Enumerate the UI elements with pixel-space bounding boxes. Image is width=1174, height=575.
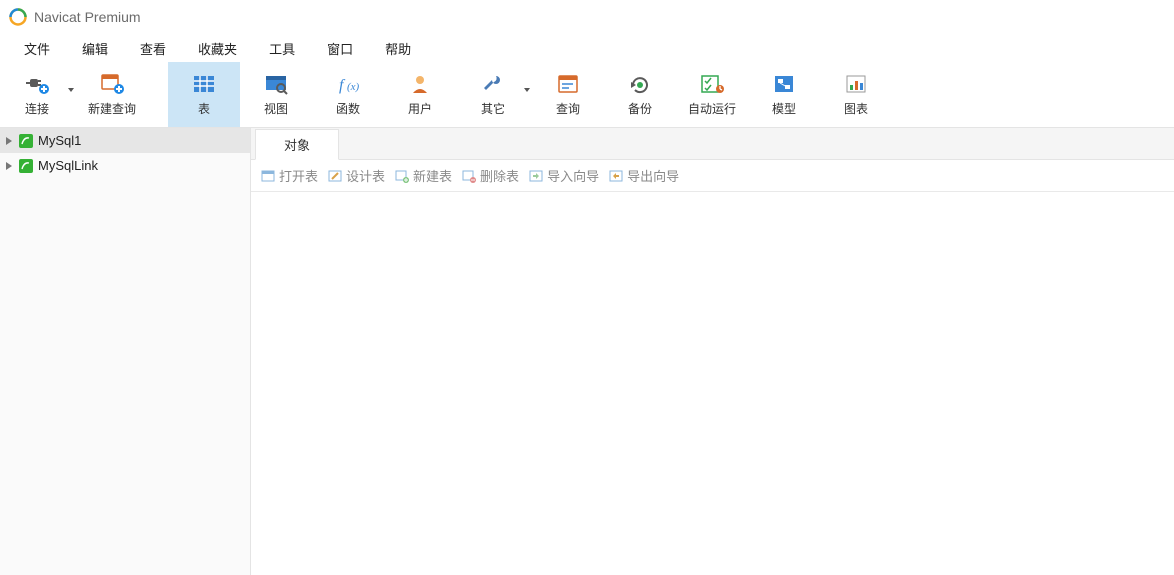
obj-new-table[interactable]: 新建表 — [395, 166, 452, 185]
toolbar-user-label: 用户 — [408, 100, 432, 117]
toolbar-new-query-label: 新建查询 — [88, 100, 136, 117]
model-icon — [770, 72, 798, 96]
table-icon — [190, 72, 218, 96]
toolbar-view[interactable]: 视图 — [240, 62, 312, 127]
obj-import-wizard[interactable]: 导入向导 — [529, 166, 599, 185]
toolbar-backup[interactable]: 备份 — [604, 62, 676, 127]
svg-text:(x): (x) — [347, 81, 360, 93]
toolbar-chart-label: 图表 — [844, 100, 868, 117]
obj-open-table[interactable]: 打开表 — [261, 166, 318, 185]
obj-design-table[interactable]: 设计表 — [328, 166, 385, 185]
toolbar-view-label: 视图 — [264, 100, 288, 117]
backup-icon — [626, 72, 654, 96]
function-icon: f (x) — [334, 72, 362, 96]
toolbar-new-query[interactable]: 新建查询 — [76, 62, 148, 127]
user-icon — [406, 72, 434, 96]
view-icon — [262, 72, 290, 96]
toolbar-query[interactable]: 查询 — [532, 62, 604, 127]
toolbar-other-label: 其它 — [481, 100, 505, 117]
main-area: MySql1 MySqlLink 对象 — [0, 128, 1174, 575]
query-icon — [554, 72, 582, 96]
obj-btn-label: 打开表 — [279, 166, 318, 185]
mysql-connection-icon — [18, 133, 34, 149]
toolbar-query-label: 查询 — [556, 100, 580, 117]
obj-btn-label: 设计表 — [346, 166, 385, 185]
obj-btn-label: 新建表 — [413, 166, 452, 185]
chevron-down-icon — [524, 88, 530, 92]
obj-export-wizard[interactable]: 导出向导 — [609, 166, 679, 185]
menu-file[interactable]: 文件 — [8, 35, 66, 62]
toolbar-function-label: 函数 — [336, 100, 360, 117]
open-table-icon — [261, 169, 275, 183]
design-table-icon — [328, 169, 342, 183]
tab-objects[interactable]: 对象 — [255, 129, 339, 160]
import-icon — [529, 169, 543, 183]
toolbar-backup-label: 备份 — [628, 100, 652, 117]
toolbar-table[interactable]: 表 — [168, 62, 240, 127]
delete-table-icon — [462, 169, 476, 183]
object-toolbar: 打开表 设计表 新建表 删除表 — [251, 160, 1174, 192]
new-table-icon — [395, 169, 409, 183]
object-list-area[interactable] — [251, 192, 1174, 575]
obj-delete-table[interactable]: 删除表 — [462, 166, 519, 185]
toolbar-model-label: 模型 — [772, 100, 796, 117]
autorun-icon — [698, 72, 726, 96]
toolbar-function[interactable]: f (x) 函数 — [312, 62, 384, 127]
toolbar-user[interactable]: 用户 — [384, 62, 456, 127]
plug-icon — [23, 72, 51, 96]
toolbar-model[interactable]: 模型 — [748, 62, 820, 127]
toolbar-autorun[interactable]: 自动运行 — [676, 62, 748, 127]
chevron-down-icon — [68, 88, 74, 92]
tree-connection-mysql1[interactable]: MySql1 — [0, 128, 250, 153]
toolbar-table-label: 表 — [198, 100, 210, 117]
chevron-right-icon — [4, 161, 14, 171]
app-title: Navicat Premium — [34, 9, 141, 25]
toolbar-connection[interactable]: 连接 — [0, 62, 76, 127]
toolbar-connection-label: 连接 — [25, 100, 49, 117]
content-panel: 对象 打开表 设计表 新建表 — [251, 128, 1174, 575]
titlebar: Navicat Premium — [0, 0, 1174, 34]
tree-connection-mysqllink[interactable]: MySqlLink — [0, 153, 250, 178]
menu-view[interactable]: 查看 — [124, 35, 182, 62]
obj-btn-label: 删除表 — [480, 166, 519, 185]
wrench-icon — [479, 72, 507, 96]
menu-favorite[interactable]: 收藏夹 — [182, 35, 253, 62]
toolbar-autorun-label: 自动运行 — [688, 100, 736, 117]
obj-btn-label: 导出向导 — [627, 166, 679, 185]
obj-btn-label: 导入向导 — [547, 166, 599, 185]
svg-text:f: f — [339, 77, 346, 94]
tab-strip: 对象 — [251, 128, 1174, 160]
menubar: 文件 编辑 查看 收藏夹 工具 窗口 帮助 — [0, 34, 1174, 62]
chevron-right-icon — [4, 136, 14, 146]
tree-item-label: MySqlLink — [38, 158, 98, 173]
export-icon — [609, 169, 623, 183]
new-query-icon — [98, 72, 126, 96]
chart-icon — [842, 72, 870, 96]
menu-help[interactable]: 帮助 — [369, 35, 427, 62]
main-toolbar: 连接 新建查询 表 — [0, 62, 1174, 128]
menu-window[interactable]: 窗口 — [311, 35, 369, 62]
toolbar-chart[interactable]: 图表 — [820, 62, 892, 127]
tab-label: 对象 — [284, 135, 310, 154]
connection-tree[interactable]: MySql1 MySqlLink — [0, 128, 251, 575]
app-logo-icon — [8, 7, 28, 27]
mysql-connection-icon — [18, 158, 34, 174]
tree-item-label: MySql1 — [38, 133, 81, 148]
menu-tools[interactable]: 工具 — [253, 35, 311, 62]
toolbar-other[interactable]: 其它 — [456, 62, 532, 127]
menu-edit[interactable]: 编辑 — [66, 35, 124, 62]
